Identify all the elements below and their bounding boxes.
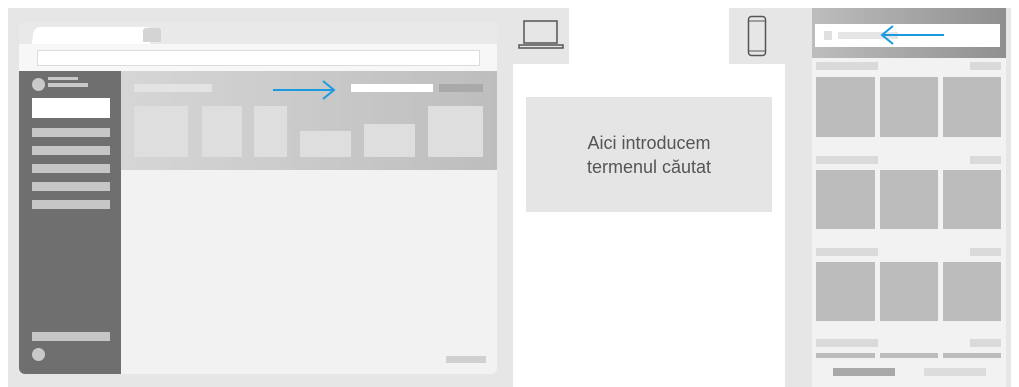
mobile-card [816,77,875,137]
browser-window [19,22,497,374]
header-card [364,124,415,157]
sidebar-item [32,146,110,155]
header-card [134,106,188,157]
mobile-section-link [970,156,1001,164]
mobile-card [816,353,875,358]
header-card [428,106,483,157]
mobile-card [880,353,938,358]
mobile-section-link [970,248,1001,256]
mobile-search-icon-placeholder [824,31,832,40]
mobile-card [943,353,1001,358]
mobile-card [943,77,1001,137]
mobile-section-title [816,62,878,70]
mobile-card [816,170,875,229]
sidebar-item-active [32,98,110,118]
app-sidebar [19,71,121,374]
app-content-area [121,170,497,374]
mobile-bottom-button-secondary [924,368,986,376]
arrow-left-icon [880,25,944,45]
smartphone-icon-box [729,8,785,64]
header-search-input [351,84,433,92]
sidebar-user-role [48,83,88,87]
sidebar-avatar [32,78,45,91]
header-card [202,106,242,157]
sidebar-item [32,164,110,173]
sidebar-footer-avatar [32,348,45,361]
content-footer-button [446,356,486,363]
mobile-section-title [816,339,878,347]
arrow-right-icon [273,80,336,100]
browser-tab-inactive [143,28,161,42]
mobile-card [816,262,875,321]
callout-text-line2: termenul căutat [586,156,712,177]
header-title-placeholder [134,84,212,92]
callout-text-line1: Aici introducem [587,132,711,153]
mobile-card [880,170,938,229]
mobile-card [943,262,1001,321]
mobile-section-title [816,156,878,164]
smartphone-icon [747,15,767,57]
mobile-bottom-button-primary [833,368,895,376]
mobile-card [880,262,938,321]
sidebar-user-name [48,77,78,80]
mobile-card [943,170,1001,229]
callout-box: Aici introducem termenul căutat [526,97,772,212]
header-search-button [439,84,483,92]
header-card [300,131,351,157]
sidebar-footer-item [32,332,110,341]
browser-address-bar [37,50,480,66]
mobile-section-link [970,339,1001,347]
mobile-card [880,77,938,137]
mobile-section-link [970,62,1001,70]
laptop-icon [518,20,564,49]
browser-tab-active [31,27,153,44]
mobile-section-title [816,248,878,256]
sidebar-item [32,128,110,137]
mobile-screen [812,8,1006,387]
sidebar-item [32,200,110,209]
sidebar-item [32,182,110,191]
header-card [254,106,287,157]
laptop-icon-box [513,8,569,64]
